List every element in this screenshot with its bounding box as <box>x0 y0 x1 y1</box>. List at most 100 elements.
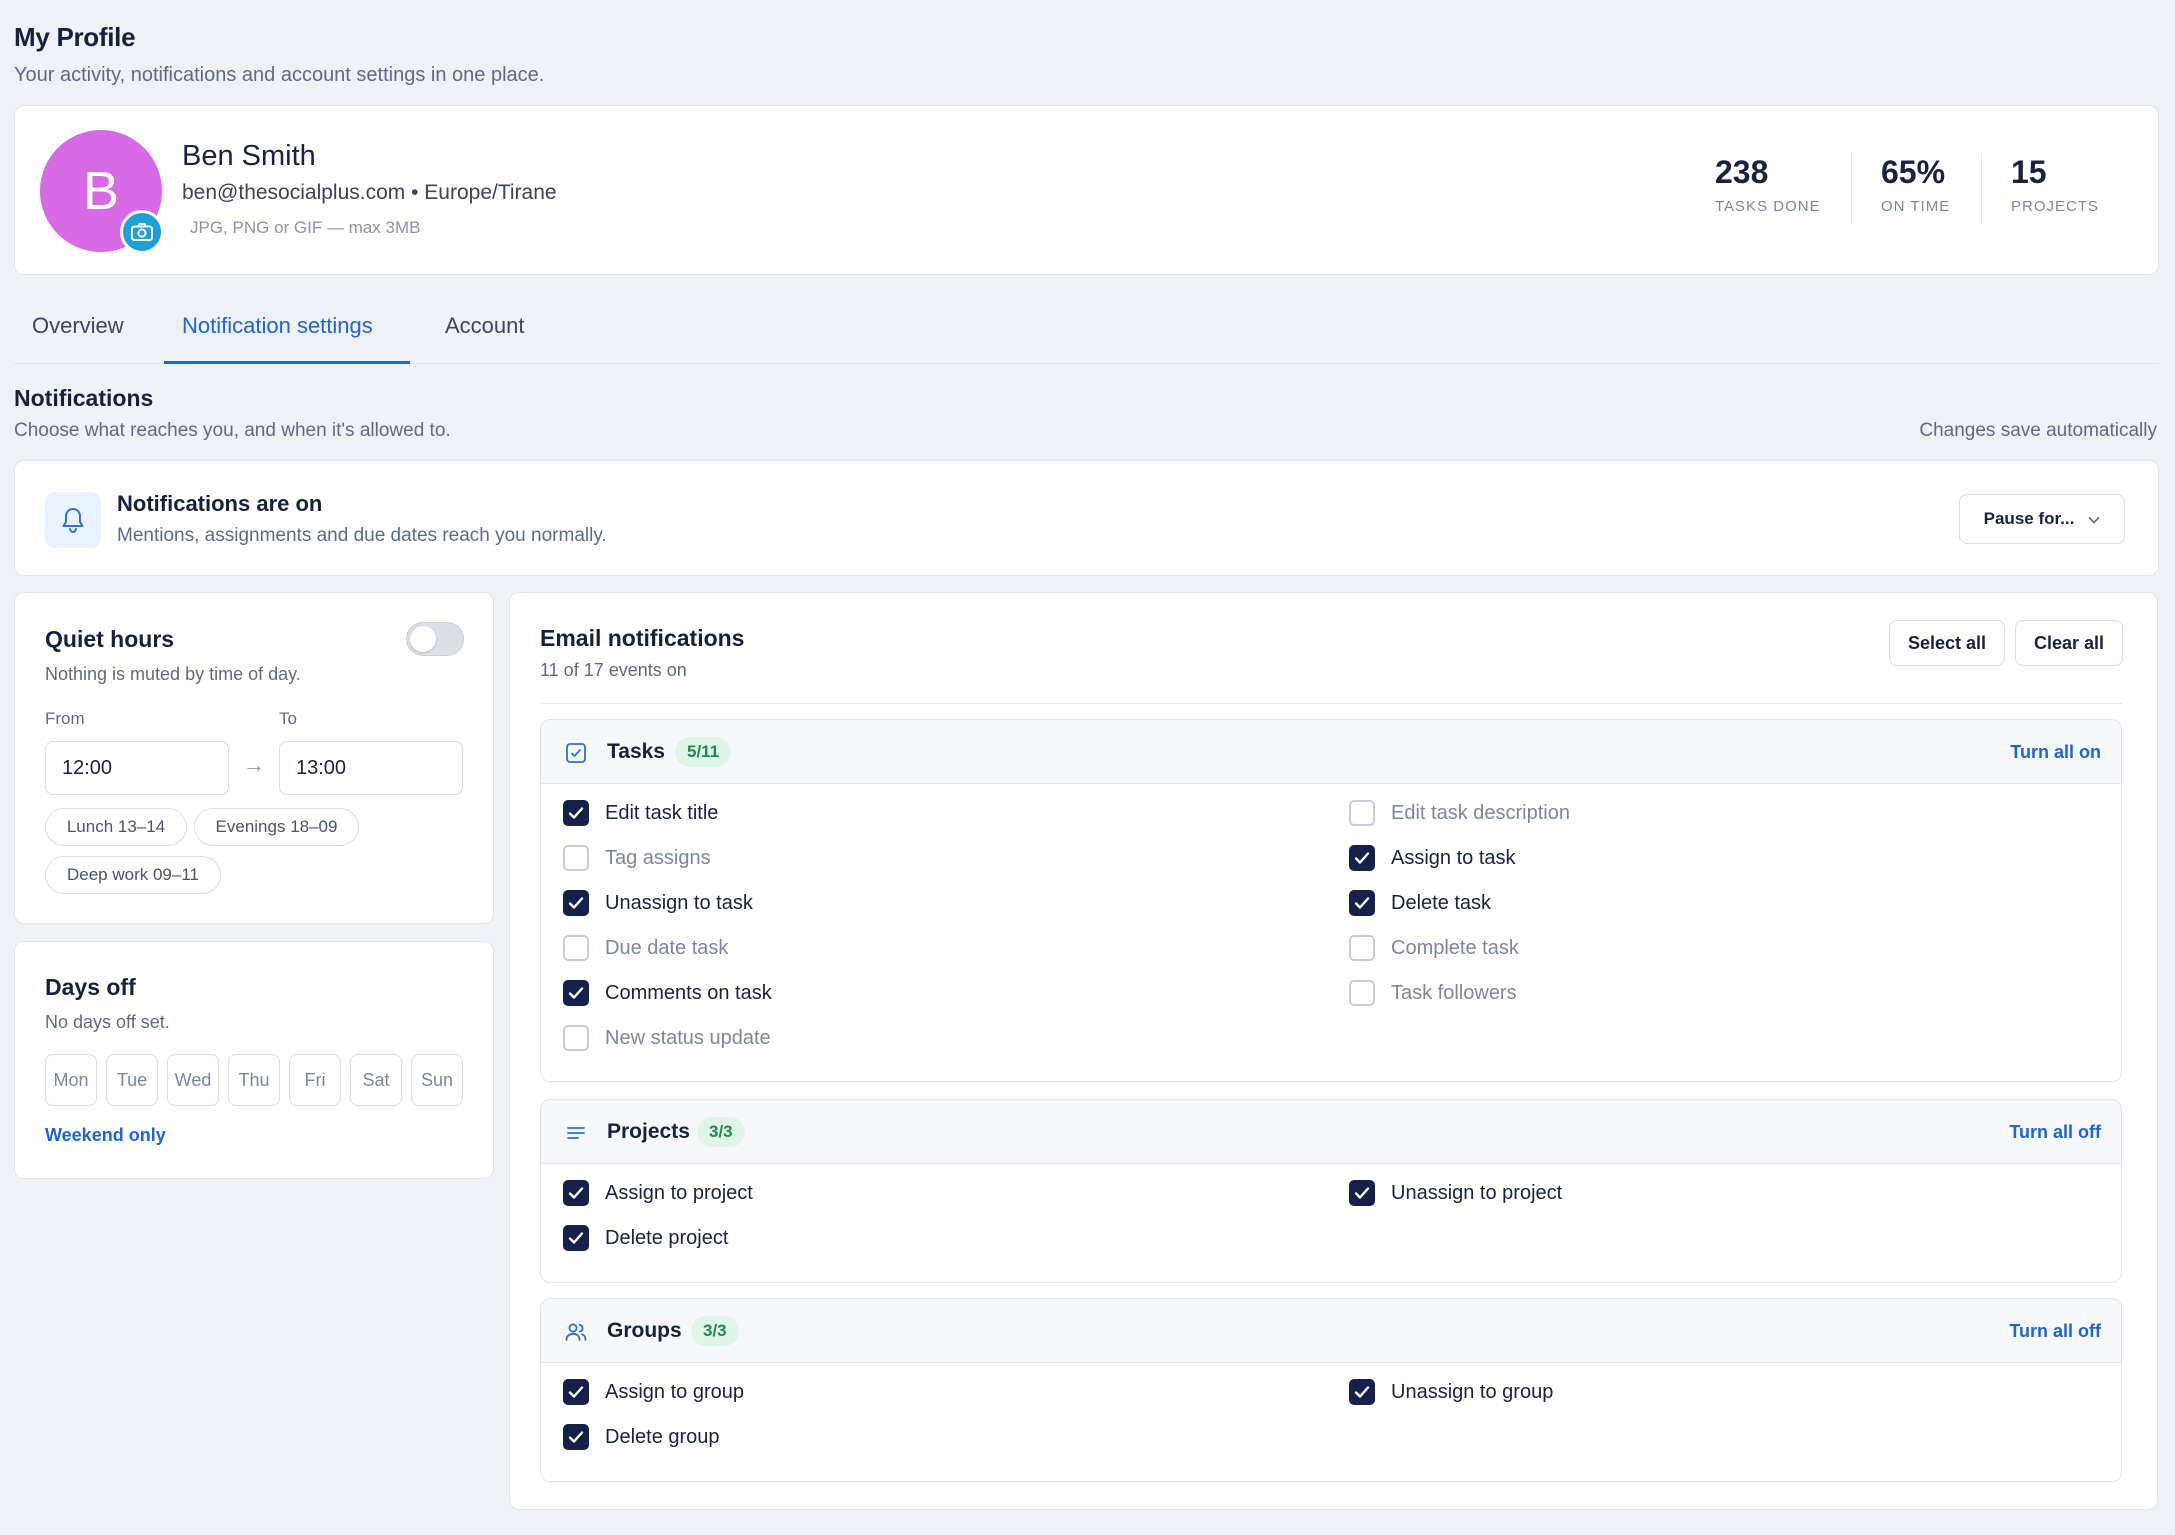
checkbox[interactable] <box>563 890 589 916</box>
day-sat[interactable]: Sat <box>350 1054 402 1106</box>
option-label: Delete group <box>605 1425 720 1448</box>
checkbox-square-icon <box>563 740 589 766</box>
checkbox[interactable] <box>563 980 589 1006</box>
option-edit-task-title[interactable]: Edit task title <box>563 800 718 826</box>
turn-all-off-button[interactable]: Turn all off <box>2009 1321 2101 1342</box>
autosave-note: Changes save automatically <box>1919 420 2157 441</box>
stat-projects-label: PROJECTS <box>2011 198 2100 215</box>
preset-chip-lunch[interactable]: Lunch 13–14 <box>45 808 187 846</box>
checkbox[interactable] <box>1349 800 1375 826</box>
arrow-right-icon: → <box>243 752 265 777</box>
pause-dropdown[interactable]: Pause for... <box>1959 494 2125 544</box>
day-fri[interactable]: Fri <box>289 1054 341 1106</box>
stat-tasks-done-label: TASKS DONE <box>1715 198 1821 215</box>
turn-all-off-button[interactable]: Turn all off <box>2009 1122 2101 1143</box>
email-subtitle: 11 of 17 events on <box>540 660 687 680</box>
option-tag-assigns[interactable]: Tag assigns <box>563 845 711 871</box>
option-delete-task[interactable]: Delete task <box>1349 890 1491 916</box>
checkbox[interactable] <box>563 845 589 871</box>
quiet-hours-title: Quiet hours <box>45 626 175 652</box>
checkbox[interactable] <box>1349 935 1375 961</box>
to-time-input[interactable]: 13:00 <box>279 741 463 795</box>
checkbox[interactable] <box>1349 1180 1375 1206</box>
tab-overview[interactable]: Overview <box>32 313 124 339</box>
checkbox[interactable] <box>563 1424 589 1450</box>
option-label: Complete task <box>1391 936 1519 959</box>
stat-tasks-done-value: 238 <box>1715 154 1769 190</box>
option-edit-task-description[interactable]: Edit task description <box>1349 800 1570 826</box>
option-delete-group[interactable]: Delete group <box>563 1424 720 1450</box>
option-new-status-update[interactable]: New status update <box>563 1025 771 1051</box>
chevron-down-icon <box>2088 509 2100 529</box>
clear-all-button[interactable]: Clear all <box>2015 620 2123 666</box>
checkbox[interactable] <box>563 1180 589 1206</box>
checkbox[interactable] <box>1349 845 1375 871</box>
to-label: To <box>279 709 297 728</box>
option-label: Tag assigns <box>605 846 711 869</box>
preset-chip-deep-work[interactable]: Deep work 09–11 <box>45 856 221 894</box>
option-label: Due date task <box>605 936 729 959</box>
days-off-title: Days off <box>45 974 136 1000</box>
from-time-input[interactable]: 12:00 <box>45 741 229 795</box>
option-label: Delete project <box>605 1226 729 1249</box>
option-assign-to-project[interactable]: Assign to project <box>563 1180 753 1206</box>
option-complete-task[interactable]: Complete task <box>1349 935 1519 961</box>
stat-on-time-label: ON TIME <box>1881 198 1951 215</box>
preset-chip-evenings[interactable]: Evenings 18–09 <box>194 808 359 846</box>
camera-icon[interactable] <box>120 210 164 254</box>
stat-on-time-value: 65% <box>1881 154 1946 190</box>
option-label: Comments on task <box>605 981 772 1004</box>
checkbox[interactable] <box>563 800 589 826</box>
stat-divider <box>1851 153 1852 225</box>
checkbox[interactable] <box>563 935 589 961</box>
notifications-subtitle: Choose what reaches you, and when it's a… <box>14 420 451 441</box>
group-header: Groups 3/3 Turn all off <box>541 1299 2121 1363</box>
from-label: From <box>45 709 85 728</box>
to-time-value: 13:00 <box>296 756 347 779</box>
count-badge: 5/11 <box>675 737 732 767</box>
email-title: Email notifications <box>540 625 745 651</box>
toggle-knob <box>410 626 436 652</box>
quiet-hours-toggle[interactable] <box>406 622 464 656</box>
tab-account[interactable]: Account <box>445 313 525 339</box>
option-due-date-task[interactable]: Due date task <box>563 935 728 961</box>
pause-label: Pause for... <box>1983 509 2075 528</box>
option-label: Task followers <box>1391 981 1517 1004</box>
turn-all-on-button[interactable]: Turn all on <box>2010 742 2101 763</box>
status-subtitle: Mentions, assignments and due dates reac… <box>117 525 607 546</box>
checkbox[interactable] <box>563 1025 589 1051</box>
count-badge: 3/3 <box>691 1316 739 1346</box>
tab-notification-settings[interactable]: Notification settings <box>182 313 373 339</box>
group-groups: Groups 3/3 Turn all off Assign to group … <box>540 1298 2122 1482</box>
active-tab-indicator <box>164 361 410 364</box>
option-label: New status update <box>605 1026 771 1049</box>
option-label: Assign to project <box>605 1181 753 1204</box>
select-all-button[interactable]: Select all <box>1889 620 2005 666</box>
day-thu[interactable]: Thu <box>228 1054 280 1106</box>
stat-divider <box>1981 153 1982 225</box>
checkbox[interactable] <box>1349 980 1375 1006</box>
day-mon[interactable]: Mon <box>45 1054 97 1106</box>
stat-projects-value: 15 <box>2011 154 2047 190</box>
option-assign-to-task[interactable]: Assign to task <box>1349 845 1516 871</box>
option-unassign-to-project[interactable]: Unassign to project <box>1349 1180 1562 1206</box>
checkbox[interactable] <box>1349 1379 1375 1405</box>
users-icon <box>563 1319 589 1345</box>
day-sun[interactable]: Sun <box>411 1054 463 1106</box>
day-wed[interactable]: Wed <box>167 1054 219 1106</box>
option-unassign-to-group[interactable]: Unassign to group <box>1349 1379 1553 1405</box>
option-delete-project[interactable]: Delete project <box>563 1225 728 1251</box>
option-assign-to-group[interactable]: Assign to group <box>563 1379 744 1405</box>
day-tue[interactable]: Tue <box>106 1054 158 1106</box>
group-tasks: Tasks 5/11 Turn all on Edit task title E… <box>540 719 2122 1082</box>
checkbox[interactable] <box>1349 890 1375 916</box>
option-label: Delete task <box>1391 891 1492 914</box>
option-comments-on-task[interactable]: Comments on task <box>563 980 772 1006</box>
bell-icon <box>45 492 101 548</box>
option-task-followers[interactable]: Task followers <box>1349 980 1517 1006</box>
page-title: My Profile <box>14 22 136 52</box>
option-unassign-to-task[interactable]: Unassign to task <box>563 890 753 916</box>
checkbox[interactable] <box>563 1379 589 1405</box>
checkbox[interactable] <box>563 1225 589 1251</box>
weekend-only-link[interactable]: Weekend only <box>45 1125 166 1146</box>
